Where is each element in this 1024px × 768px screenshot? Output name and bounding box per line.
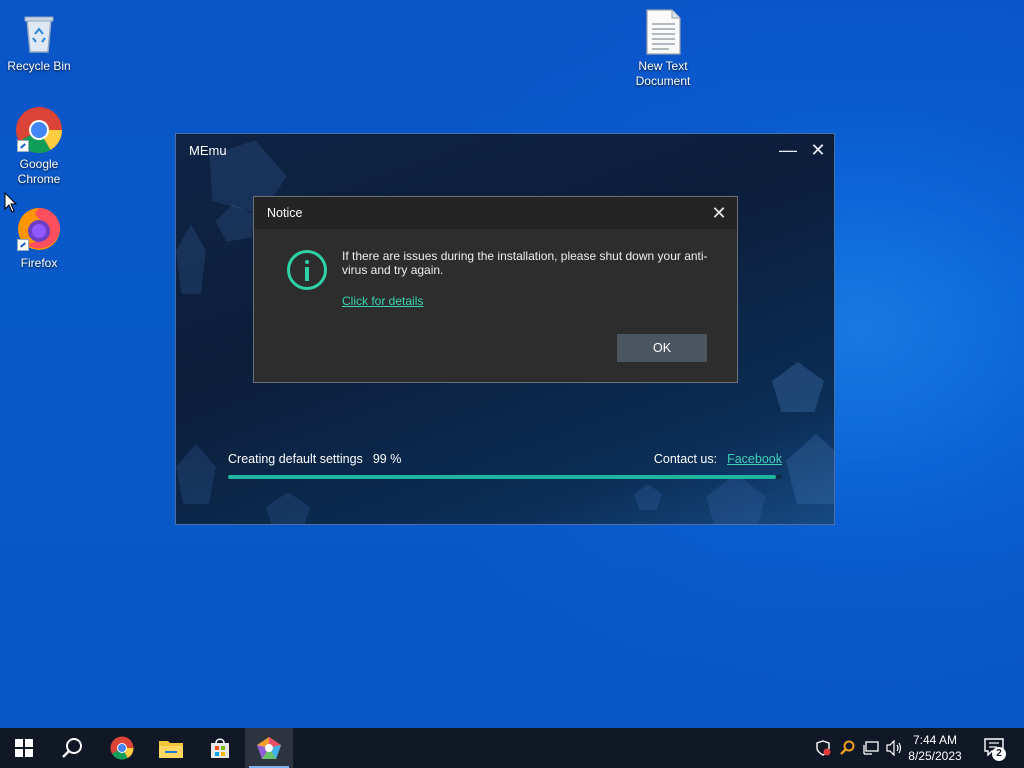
progress-status: Creating default settings 99 %	[228, 452, 401, 466]
notice-titlebar: Notice ✕	[254, 197, 737, 229]
new-text-document-label: New Text Document	[635, 59, 691, 88]
progress-label-text: Creating default settings	[228, 452, 363, 466]
facebook-link[interactable]: Facebook	[727, 452, 782, 466]
decorative-shape	[634, 484, 662, 510]
chrome-icon	[15, 106, 63, 154]
shortcut-arrow-icon	[17, 239, 29, 251]
desktop-icon-google-chrome[interactable]: Google Chrome	[1, 106, 77, 187]
contact-us: Contact us: Facebook	[654, 452, 782, 466]
recycle-bin-icon	[15, 8, 63, 56]
tray-network[interactable]	[860, 728, 882, 768]
notice-dialog: Notice ✕ If there are issues during the …	[253, 196, 738, 383]
ok-button[interactable]: OK	[617, 334, 707, 362]
memu-icon	[257, 737, 281, 759]
speaker-icon	[886, 740, 902, 756]
text-document-icon	[639, 8, 687, 56]
notification-count-badge: 2	[992, 747, 1006, 761]
tray-volume[interactable]	[884, 728, 906, 768]
minimize-button[interactable]: —	[774, 138, 802, 162]
firefox-label: Firefox	[20, 256, 58, 270]
taskbar-clock[interactable]: 7:44 AM 8/25/2023	[904, 732, 966, 764]
taskbar-memu[interactable]	[245, 728, 293, 768]
store-icon	[211, 738, 229, 758]
tray-security[interactable]	[812, 728, 834, 768]
notice-close-button[interactable]: ✕	[707, 201, 731, 225]
start-button[interactable]	[0, 728, 48, 768]
chrome-icon	[110, 736, 134, 760]
decorative-shape	[266, 492, 310, 524]
taskbar-chrome[interactable]	[98, 728, 146, 768]
desktop-icon-firefox[interactable]: Firefox	[1, 205, 77, 271]
close-button[interactable]: ✕	[804, 138, 832, 162]
decorative-shape	[176, 444, 216, 504]
progress-bar	[228, 475, 782, 479]
clock-time: 7:44 AM	[912, 733, 958, 747]
taskbar-store[interactable]	[196, 728, 244, 768]
search-button[interactable]	[48, 728, 96, 768]
shield-icon	[816, 740, 831, 756]
clock-date: 8/25/2023	[908, 749, 962, 763]
mouse-cursor-icon	[4, 192, 18, 213]
notice-title: Notice	[267, 206, 303, 220]
window-title: MEmu	[189, 143, 227, 158]
recycle-bin-label: Recycle Bin	[7, 59, 71, 73]
decorative-shape	[706, 474, 766, 524]
tray-search-app[interactable]	[836, 728, 858, 768]
taskbar-file-explorer[interactable]	[147, 728, 195, 768]
notice-message: If there are issues during the installat…	[342, 249, 708, 277]
info-icon	[287, 250, 327, 290]
firefox-icon	[15, 205, 63, 253]
taskbar: 7:44 AM 8/25/2023 2	[0, 728, 1024, 768]
search-icon	[62, 738, 82, 758]
file-explorer-icon	[159, 741, 183, 758]
details-link[interactable]: Click for details	[342, 294, 423, 308]
decorative-shape	[772, 362, 824, 412]
decorative-shape	[176, 224, 206, 294]
progress-percent: 99 %	[372, 452, 402, 466]
contact-label: Contact us:	[653, 452, 718, 466]
magnifier-icon	[840, 740, 855, 755]
desktop-icon-recycle-bin[interactable]: Recycle Bin	[1, 8, 77, 74]
desktop-icon-new-text-document[interactable]: New Text Document	[625, 8, 701, 89]
google-chrome-label: Google Chrome	[17, 157, 61, 186]
shortcut-arrow-icon	[17, 140, 29, 152]
progress-bar-fill	[228, 475, 777, 479]
decorative-shape	[786, 434, 834, 504]
network-icon	[863, 741, 879, 755]
start-icon	[15, 739, 33, 757]
